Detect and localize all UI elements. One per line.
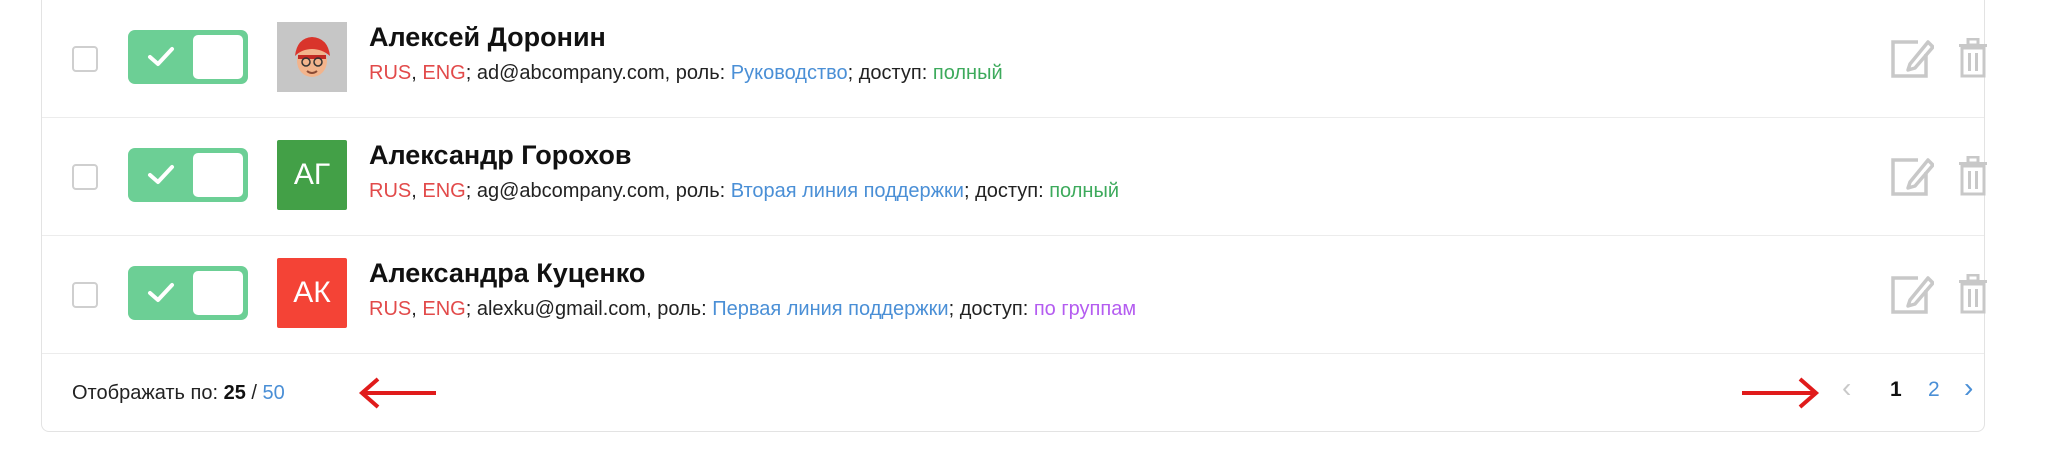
user-row: Алексей Доронин RUS, ENG; ad@abcompany.c… [42,0,1987,118]
trash-icon[interactable] [1958,38,1988,78]
avatar: АК [277,258,347,328]
arrow-right-annotation [1742,377,1820,409]
user-row: АГ Александр Горохов RUS, ENG; ag@abcomp… [42,118,1987,236]
access-value: полный [1049,180,1119,202]
user-row: АК Александра Куценко RUS, ENG; alexku@g… [42,236,1987,354]
per-page-current: 25 [223,382,246,404]
access-label: ; доступ: [948,298,1034,320]
checkmark-icon [148,283,174,302]
role-link[interactable]: Руководство [731,62,848,84]
trash-icon[interactable] [1958,274,1988,314]
user-name: Александра Куценко [369,258,646,288]
avatar [277,22,347,92]
user-email: ad@abcompany.com [476,62,665,84]
language-link[interactable]: RUS [369,180,411,202]
user-list-panel: Алексей Доронин RUS, ENG; ad@abcompany.c… [41,0,1987,433]
user-enabled-toggle[interactable] [128,266,248,320]
user-enabled-toggle[interactable] [128,30,248,84]
user-name: Алексей Доронин [369,22,606,52]
per-page-control: Отображать по: 25 / 50 [72,382,285,405]
avatar: АГ [277,140,347,210]
language-link[interactable]: ENG [422,298,465,320]
pagination-page-2[interactable]: 2 [1928,378,1940,402]
access-label: ; доступ: [963,180,1050,202]
language-link[interactable]: RUS [369,62,411,84]
user-enabled-toggle[interactable] [128,148,248,202]
role-label: , роль: [646,298,713,320]
edit-icon[interactable] [1888,272,1934,316]
access-value: полный [932,62,1003,84]
user-email: alexku@gmail.com [476,298,647,320]
role-link[interactable]: Первая линия поддержки [712,298,948,320]
language-link[interactable]: RUS [369,298,411,320]
pagination-next[interactable]: › [1964,372,1973,404]
row-select-checkbox[interactable] [72,282,98,308]
role-label: , роль: [664,62,731,84]
role-link[interactable]: Вторая линия поддержки [731,180,964,202]
row-select-checkbox[interactable] [72,164,98,190]
user-details: RUS, ENG; ad@abcompany.com, роль: Руково… [369,62,1003,84]
arrow-left-annotation [358,377,436,409]
access-label: ; доступ: [847,62,933,84]
user-details: RUS, ENG; ag@abcompany.com, роль: Вторая… [369,180,1119,202]
language-link[interactable]: ENG [422,62,465,84]
language-link[interactable]: ENG [422,180,465,202]
edit-icon[interactable] [1888,154,1934,198]
checkmark-icon [148,165,174,184]
per-page-option-50[interactable]: 50 [263,382,285,404]
checkmark-icon [148,47,174,66]
pagination-page-1[interactable]: 1 [1890,378,1902,402]
trash-icon[interactable] [1958,156,1988,196]
row-select-checkbox[interactable] [72,46,98,72]
avatar-photo-icon [277,22,347,92]
list-footer: Отображать по: 25 / 50 ‹ 1 2 › [42,354,1984,433]
per-page-separator: / [245,382,263,404]
access-value: по группам [1033,298,1137,320]
pagination-prev[interactable]: ‹ [1842,372,1851,404]
user-name: Александр Горохов [369,140,632,170]
user-details: RUS, ENG; alexku@gmail.com, роль: Первая… [369,298,1137,320]
toggle-knob [193,35,243,79]
edit-icon[interactable] [1888,36,1934,80]
user-email: ag@abcompany.com [476,180,665,202]
toggle-knob [193,271,243,315]
toggle-knob [193,153,243,197]
per-page-label: Отображать по: [72,382,224,404]
role-label: , роль: [664,180,731,202]
